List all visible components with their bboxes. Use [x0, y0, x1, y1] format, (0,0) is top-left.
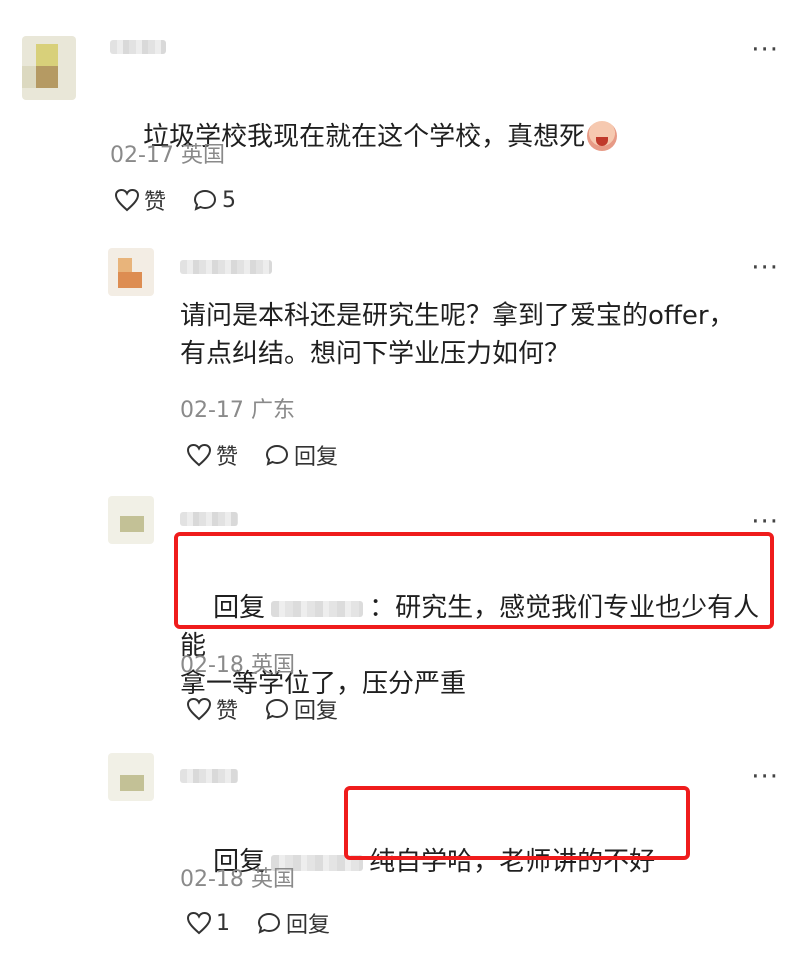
comment-meta: 02-17 英国 [110, 143, 225, 168]
reply-label: 回复 [286, 913, 331, 938]
highlight-box [344, 786, 690, 860]
comment-actions: 赞 回复 [186, 693, 364, 725]
speech-bubble-icon [266, 444, 289, 466]
heart-icon [186, 697, 212, 721]
more-options-icon[interactable]: ··· [751, 255, 779, 281]
like-label: 赞 [144, 190, 167, 215]
reply-label: 回复 [294, 445, 339, 470]
reply-count: 5 [222, 187, 237, 213]
username-blurred[interactable] [180, 769, 238, 783]
comment-actions: 赞 回复 [186, 439, 364, 471]
username-blurred[interactable] [180, 512, 238, 526]
avatar[interactable] [108, 496, 154, 544]
username-blurred[interactable] [180, 260, 272, 274]
reply-comment: ··· 请问是本科还是研究生呢？拿到了爱宝的offer， 有点纠结。想问下学业压… [0, 230, 795, 480]
reply-button[interactable]: 回复 [264, 693, 338, 725]
avatar[interactable] [108, 248, 154, 296]
like-button[interactable]: 赞 [186, 693, 238, 725]
avatar[interactable] [108, 753, 154, 801]
like-button[interactable]: 赞 [114, 184, 166, 216]
like-button[interactable]: 1 [186, 911, 230, 936]
like-count: 1 [216, 910, 230, 936]
reply-button[interactable]: 回复 [264, 439, 338, 471]
username-blurred[interactable] [110, 40, 166, 54]
comment-meta: 02-17 广东 [180, 398, 295, 423]
speech-bubble-icon [194, 189, 217, 211]
more-options-icon[interactable]: ··· [751, 509, 779, 535]
avatar[interactable] [22, 36, 76, 100]
crying-face-icon [587, 121, 618, 151]
comment-actions: 1 回复 [186, 907, 356, 939]
comment-meta: 02-18 英国 [180, 867, 295, 892]
like-button[interactable]: 赞 [186, 439, 238, 471]
comment-meta: 02-18 英国 [180, 653, 295, 678]
heart-icon [186, 911, 212, 935]
heart-icon [186, 443, 212, 467]
speech-bubble-icon [266, 698, 289, 720]
more-options-icon[interactable]: ··· [751, 37, 779, 63]
comment-top-level: ··· 垃圾学校我现在就在这个学校，真想死 02-17 英国 赞 5 [0, 0, 795, 230]
comment-actions: 赞 5 [114, 184, 262, 216]
more-options-icon[interactable]: ··· [751, 764, 779, 790]
reply-label: 回复 [294, 699, 339, 724]
like-label: 赞 [216, 699, 239, 724]
heart-icon [114, 188, 140, 212]
comment-text: 请问是本科还是研究生呢？拿到了爱宝的offer， 有点纠结。想问下学业压力如何？ [180, 301, 735, 369]
reply-button[interactable]: 回复 [256, 907, 330, 939]
like-label: 赞 [216, 445, 239, 470]
highlight-box [174, 532, 774, 629]
speech-bubble-icon [257, 912, 281, 934]
reply-count-button[interactable]: 5 [192, 188, 236, 213]
